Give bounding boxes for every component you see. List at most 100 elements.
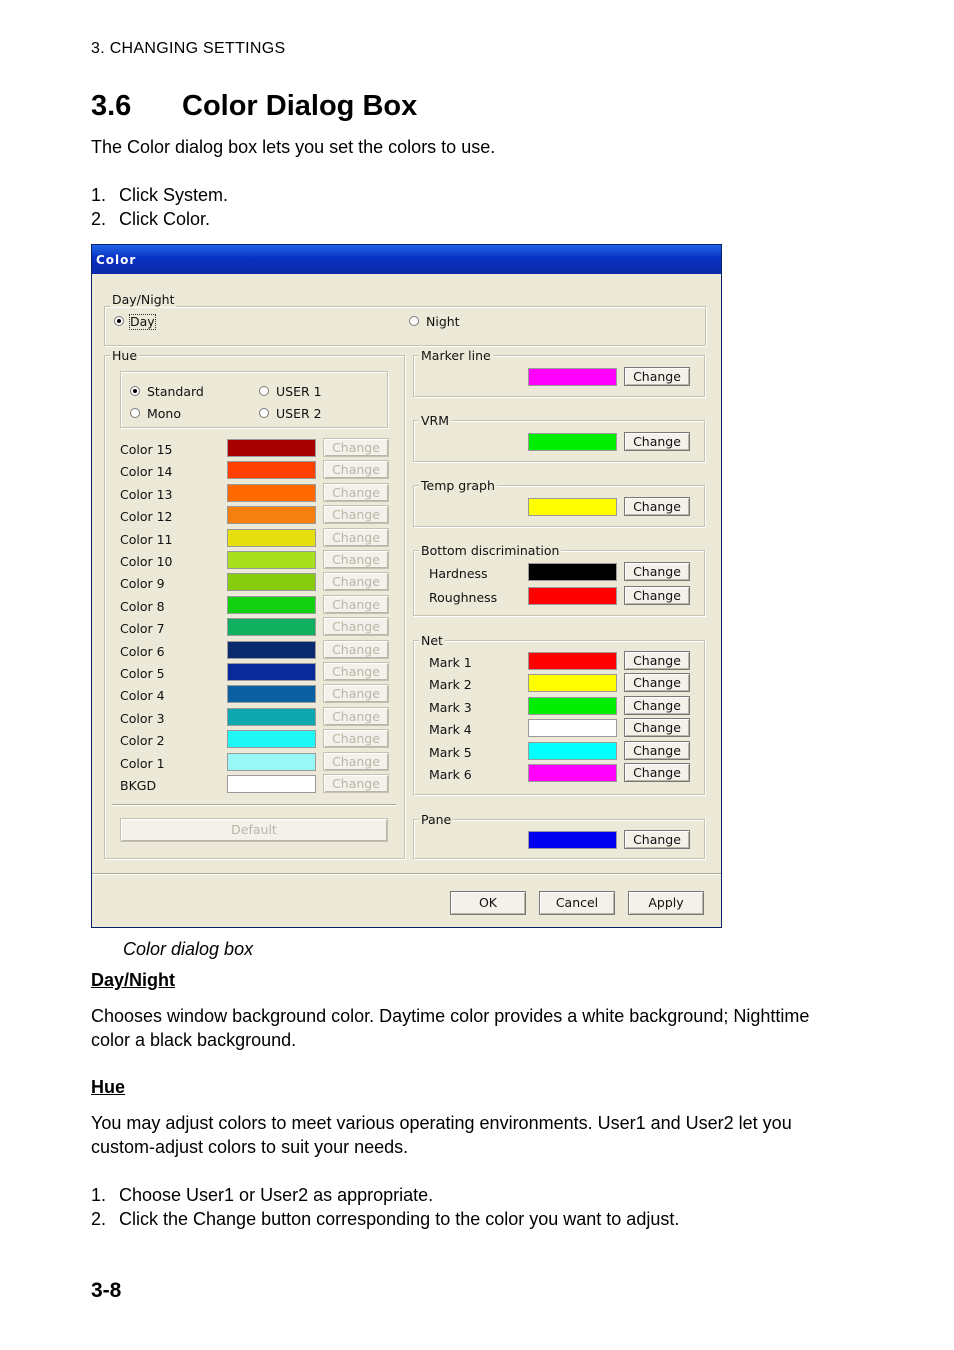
hue-color-swatch <box>227 595 316 614</box>
list-number: 1. <box>91 1185 107 1205</box>
day-radio-label[interactable]: Day <box>129 314 156 330</box>
user1-radio[interactable] <box>259 386 269 396</box>
section-number: 3.6 <box>91 90 132 122</box>
ok-button[interactable]: OK <box>450 891 526 915</box>
hue-color-swatch <box>227 483 316 502</box>
hue-change-button[interactable]: Change <box>323 438 389 457</box>
hue-change-button[interactable]: Change <box>323 774 389 793</box>
hue-change-button[interactable]: Change <box>323 729 389 749</box>
standard-radio-label[interactable]: Standard <box>147 385 204 399</box>
net-mark-change-button[interactable]: Change <box>624 718 690 738</box>
hue-change-button[interactable]: Change <box>323 550 389 569</box>
step-list-bottom: 1. Choose User1 or User2 as appropriate. … <box>91 1183 679 1231</box>
net-mark-change-button[interactable]: Change <box>624 740 690 760</box>
pane-change-button[interactable]: Change <box>624 830 690 849</box>
hue-change-button[interactable]: Change <box>323 639 389 659</box>
temp-graph-label: Temp graph <box>419 478 497 493</box>
net-mark-label: Mark 4 <box>429 722 472 738</box>
hue-change-button[interactable]: Change <box>323 460 389 480</box>
night-radio-label[interactable]: Night <box>426 315 460 329</box>
standard-radio[interactable] <box>130 386 140 396</box>
daynight-group <box>104 306 706 346</box>
temp-graph-swatch <box>528 498 617 516</box>
intro-text: The Color dialog box lets you set the co… <box>91 137 496 157</box>
hue-color-swatch <box>227 640 316 659</box>
step-list-top: 1. Click System. 2. Click Color. <box>91 183 228 231</box>
net-mark-label: Mark 6 <box>429 767 472 782</box>
hue-description: You may adjust colors to meet various op… <box>91 1111 792 1159</box>
net-mark-label: Mark 5 <box>429 744 472 760</box>
list-number: 1. <box>91 185 107 205</box>
bottom-discrimination-group <box>413 550 705 616</box>
vrm-change-button[interactable]: Change <box>624 432 690 451</box>
hue-change-button[interactable]: Change <box>323 505 389 525</box>
hue-color-swatch <box>227 439 316 457</box>
running-header: 3. CHANGING SETTINGS <box>91 40 286 57</box>
dialog-titlebar[interactable]: Color <box>92 245 721 274</box>
temp-graph-change-button[interactable]: Change <box>624 497 690 516</box>
hue-color-label: Color 15 <box>120 442 173 457</box>
list-item: 2. Click the Change button corresponding … <box>91 1207 679 1231</box>
list-number: 2. <box>91 1209 107 1229</box>
hue-text-line: You may adjust colors to meet various op… <box>91 1113 792 1133</box>
hue-change-button[interactable]: Change <box>323 751 389 771</box>
hue-color-label: Color 6 <box>120 643 165 659</box>
hue-change-button[interactable]: Change <box>323 684 389 704</box>
list-item: 2. Click Color. <box>91 207 228 231</box>
hue-color-label: Color 10 <box>120 554 173 569</box>
net-mark-change-button[interactable]: Change <box>624 673 690 693</box>
hue-color-swatch <box>227 685 316 704</box>
hue-color-label: BKGD <box>120 778 157 793</box>
list-number: 2. <box>91 209 107 229</box>
page-number: 3-8 <box>91 1279 122 1302</box>
net-label: Net <box>419 633 445 648</box>
hue-change-button[interactable]: Change <box>323 572 389 592</box>
net-mark-swatch <box>528 674 617 693</box>
pane-label: Pane <box>419 812 454 827</box>
mono-radio-label[interactable]: Mono <box>147 407 181 421</box>
hue-color-label: Color 8 <box>120 598 165 614</box>
hue-change-button[interactable]: Change <box>323 662 389 681</box>
hue-color-swatch <box>227 707 316 726</box>
vrm-swatch <box>528 433 617 451</box>
user2-radio[interactable] <box>259 408 269 418</box>
hue-heading: Hue <box>91 1077 126 1097</box>
hue-color-swatch <box>227 573 316 592</box>
day-radio[interactable] <box>114 316 124 326</box>
user2-radio-label[interactable]: USER 2 <box>276 407 322 421</box>
hue-color-swatch <box>227 528 316 547</box>
hardness-change-button[interactable]: Change <box>624 562 690 581</box>
daynight-group-label: Day/Night <box>110 292 177 307</box>
net-mark-swatch <box>528 764 617 782</box>
net-mark-change-button[interactable]: Change <box>624 651 690 670</box>
net-mark-change-button[interactable]: Change <box>624 695 690 715</box>
hue-color-label: Color 2 <box>120 733 165 749</box>
daynight-heading: Day/Night <box>91 970 176 990</box>
hue-change-button[interactable]: Change <box>323 594 389 614</box>
hue-color-label: Color 3 <box>120 710 165 726</box>
hue-change-button[interactable]: Change <box>323 527 389 547</box>
hue-color-label: Color 9 <box>120 576 165 592</box>
default-button[interactable]: Default <box>120 818 388 842</box>
marker-line-label: Marker line <box>419 348 493 363</box>
hue-color-swatch <box>227 663 316 681</box>
apply-button[interactable]: Apply <box>628 891 704 915</box>
net-mark-swatch <box>528 696 617 715</box>
list-text: Click System. <box>119 185 229 205</box>
cancel-button[interactable]: Cancel <box>539 891 615 915</box>
marker-line-change-button[interactable]: Change <box>624 367 690 386</box>
net-mark-label: Mark 1 <box>429 655 472 670</box>
hue-change-button[interactable]: Change <box>323 617 389 637</box>
list-item: 1. Choose User1 or User2 as appropriate. <box>91 1183 679 1207</box>
user1-radio-label[interactable]: USER 1 <box>276 385 322 399</box>
roughness-change-button[interactable]: Change <box>624 586 690 605</box>
hue-change-button[interactable]: Change <box>323 482 389 502</box>
list-text: Click Color. <box>119 209 211 229</box>
hue-color-label: Color 13 <box>120 486 173 502</box>
net-mark-change-button[interactable]: Change <box>624 763 690 782</box>
list-text: Click the Change button corresponding to… <box>119 1209 680 1229</box>
hue-change-button[interactable]: Change <box>323 706 389 726</box>
night-radio[interactable] <box>409 316 419 326</box>
hue-color-swatch <box>227 752 316 771</box>
mono-radio[interactable] <box>130 408 140 418</box>
